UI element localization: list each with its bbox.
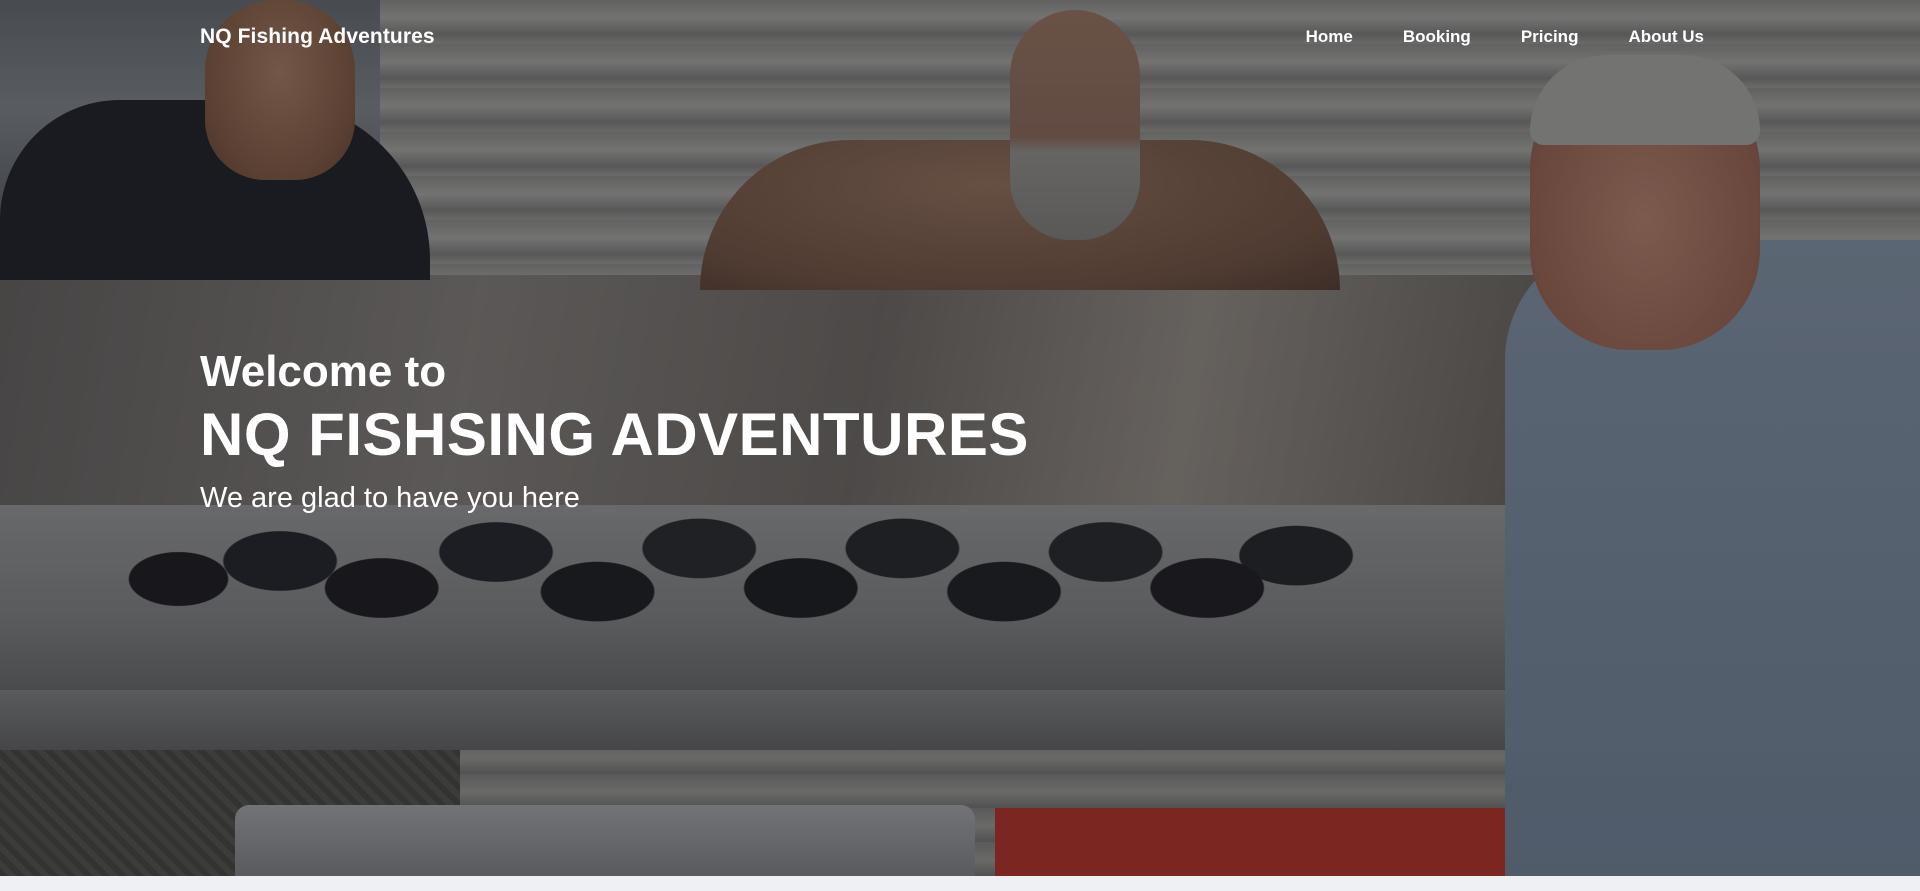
- top-navbar: NQ Fishing Adventures Home Booking Prici…: [0, 0, 1920, 76]
- hero-text-block: Welcome to NQ FISHSING ADVENTURES We are…: [200, 346, 1029, 518]
- brand-logo-link[interactable]: NQ Fishing Adventures: [200, 25, 435, 49]
- nav-item-about: About Us: [1628, 27, 1704, 47]
- nav-item-pricing: Pricing: [1521, 27, 1579, 47]
- hero-welcome-heading: Welcome to: [200, 347, 447, 396]
- nav-item-booking: Booking: [1403, 27, 1471, 47]
- nav-link-booking[interactable]: Booking: [1403, 27, 1471, 46]
- hero-title: NQ FISHSING ADVENTURES: [200, 401, 1029, 468]
- hero-section: NQ Fishing Adventures Home Booking Prici…: [0, 0, 1920, 876]
- nav-item-home: Home: [1306, 27, 1353, 47]
- hero-tagline: We are glad to have you here: [200, 482, 580, 514]
- nav-link-pricing[interactable]: Pricing: [1521, 27, 1579, 46]
- nav-links: Home Booking Pricing About Us: [1306, 27, 1704, 47]
- nav-link-about-us[interactable]: About Us: [1628, 27, 1704, 46]
- nav-link-home[interactable]: Home: [1306, 27, 1353, 46]
